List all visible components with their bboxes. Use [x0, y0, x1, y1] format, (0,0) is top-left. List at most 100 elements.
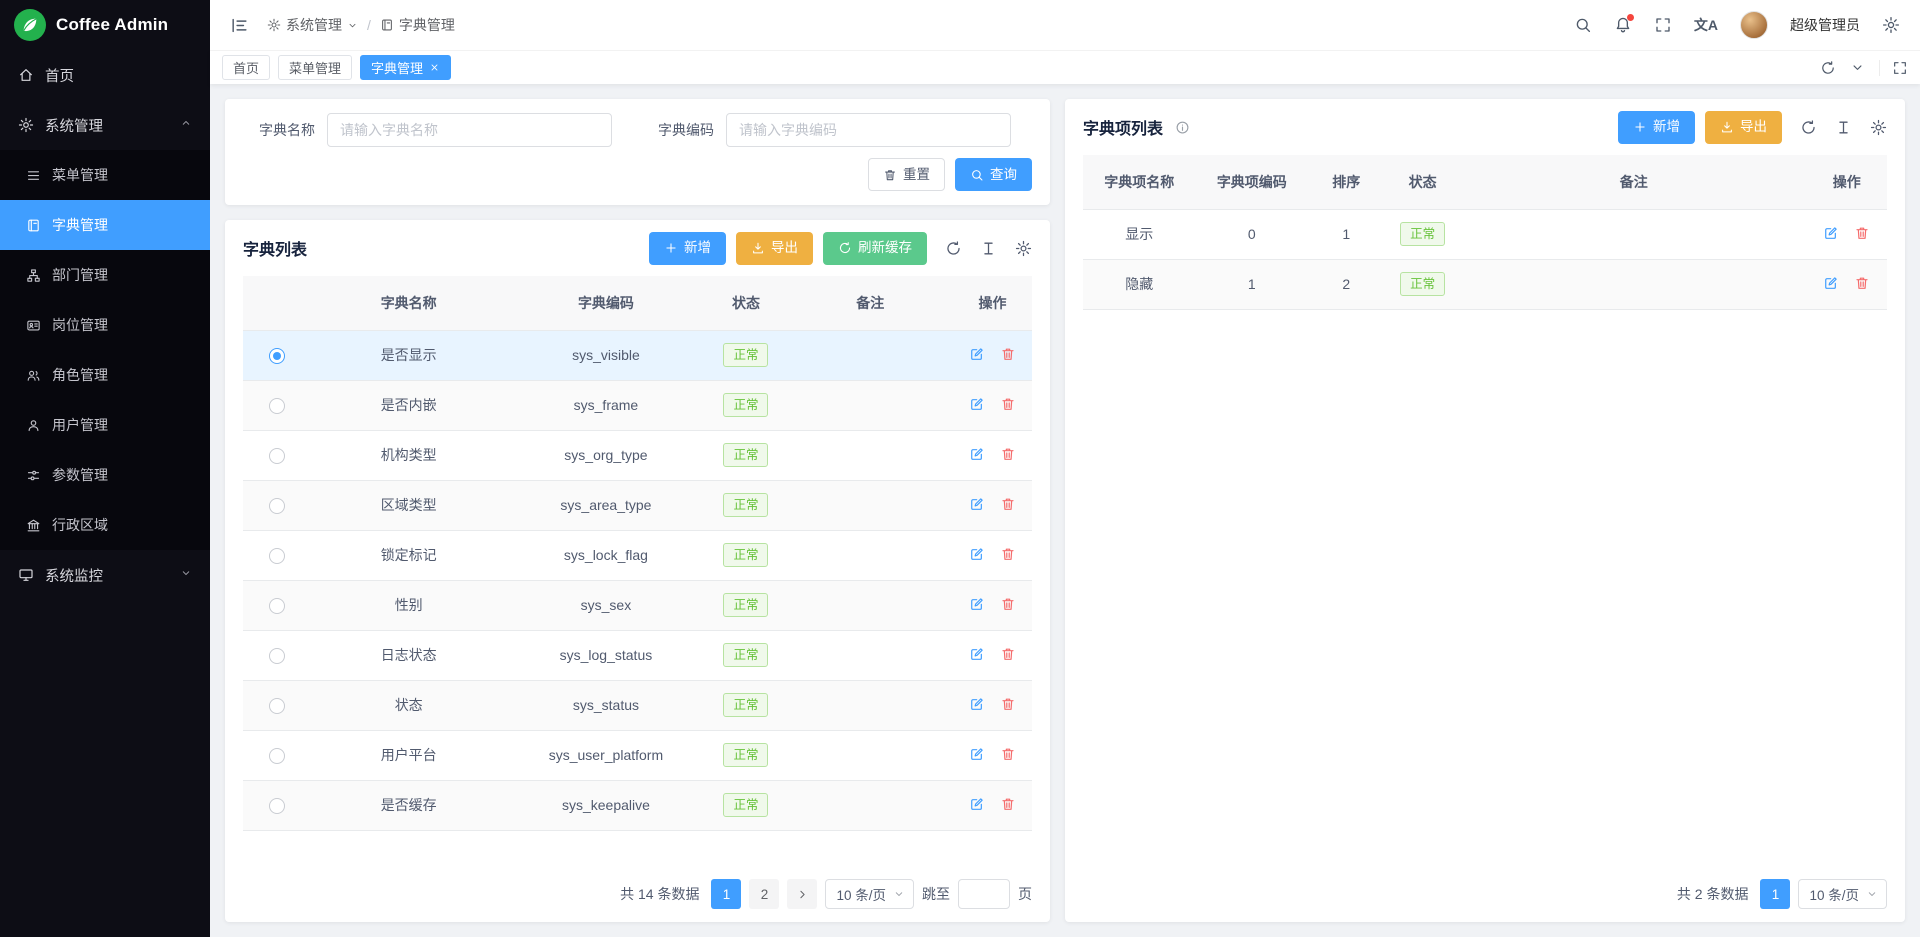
- refresh-cache-button[interactable]: 刷新缓存: [823, 232, 927, 265]
- fullscreen-icon[interactable]: [1654, 16, 1672, 34]
- breadcrumb-item[interactable]: 系统管理: [267, 15, 358, 35]
- search-icon[interactable]: [1574, 16, 1592, 34]
- table-row[interactable]: 是否显示sys_visible正常: [243, 330, 1032, 380]
- edit-icon[interactable]: [969, 546, 985, 562]
- cell-select: [243, 380, 310, 430]
- sidebar-item-param-management[interactable]: 参数管理: [0, 450, 210, 500]
- delete-icon[interactable]: [1000, 796, 1016, 812]
- edit-icon[interactable]: [969, 446, 985, 462]
- edit-icon[interactable]: [969, 796, 985, 812]
- search-button-icon: [970, 168, 984, 182]
- settings-gear-icon[interactable]: [1882, 16, 1900, 34]
- delete-icon[interactable]: [1000, 646, 1016, 662]
- sidebar-item-user-management[interactable]: 用户管理: [0, 400, 210, 450]
- avatar[interactable]: [1740, 11, 1768, 39]
- edit-icon[interactable]: [969, 496, 985, 512]
- dict-name-input[interactable]: [327, 113, 612, 147]
- delete-icon[interactable]: [1000, 346, 1016, 362]
- export-dict-button[interactable]: 导出: [736, 232, 813, 265]
- table-row[interactable]: 是否内嵌sys_frame正常: [243, 380, 1032, 430]
- sidebar-item-dept-management[interactable]: 部门管理: [0, 250, 210, 300]
- tab-菜单管理[interactable]: 菜单管理: [278, 55, 352, 80]
- row-radio[interactable]: [269, 798, 285, 814]
- edit-icon[interactable]: [969, 746, 985, 762]
- reset-button[interactable]: 重置: [868, 158, 945, 191]
- export-item-button[interactable]: 导出: [1705, 111, 1782, 144]
- table-row[interactable]: 日志状态sys_log_status正常: [243, 630, 1032, 680]
- table-row[interactable]: 状态sys_status正常: [243, 680, 1032, 730]
- edit-icon[interactable]: [969, 646, 985, 662]
- table-row[interactable]: 区域类型sys_area_type正常: [243, 480, 1032, 530]
- delete-icon[interactable]: [1000, 596, 1016, 612]
- sidebar-item-home[interactable]: 首页: [0, 50, 210, 100]
- table-row[interactable]: 性别sys_sex正常: [243, 580, 1032, 630]
- page-button-2[interactable]: 2: [749, 879, 779, 909]
- refresh-table-icon[interactable]: [1800, 119, 1817, 136]
- menu-fold-icon[interactable]: [230, 16, 249, 35]
- page-button-1[interactable]: 1: [1760, 879, 1790, 909]
- sidebar-item-role-management[interactable]: 角色管理: [0, 350, 210, 400]
- delete-icon[interactable]: [1000, 696, 1016, 712]
- table-row[interactable]: 用户平台sys_user_platform正常: [243, 730, 1032, 780]
- tabs-dropdown-icon[interactable]: [1850, 60, 1865, 75]
- edit-icon[interactable]: [969, 346, 985, 362]
- delete-icon[interactable]: [1000, 396, 1016, 412]
- table-row[interactable]: 显示01正常: [1083, 209, 1887, 259]
- delete-icon[interactable]: [1854, 275, 1870, 291]
- sidebar-item-system-monitor[interactable]: 系统监控: [0, 550, 210, 600]
- search-button[interactable]: 查询: [955, 158, 1032, 191]
- edit-icon[interactable]: [969, 396, 985, 412]
- row-radio[interactable]: [269, 598, 285, 614]
- tab-首页[interactable]: 首页: [222, 55, 270, 80]
- delete-icon[interactable]: [1854, 225, 1870, 241]
- username[interactable]: 超级管理员: [1790, 15, 1860, 35]
- notification-bell-icon[interactable]: [1614, 16, 1632, 34]
- cell-status: 正常: [705, 530, 788, 580]
- sidebar-item-post-management[interactable]: 岗位管理: [0, 300, 210, 350]
- dict-code-input[interactable]: [726, 113, 1011, 147]
- page-size-select[interactable]: 10 条/页: [825, 879, 914, 909]
- delete-icon[interactable]: [1000, 546, 1016, 562]
- tabs-expand-icon[interactable]: [1879, 60, 1908, 76]
- row-radio[interactable]: [269, 498, 285, 514]
- delete-icon[interactable]: [1000, 746, 1016, 762]
- edit-icon[interactable]: [969, 696, 985, 712]
- refresh-table-icon[interactable]: [945, 240, 962, 257]
- delete-icon[interactable]: [1000, 446, 1016, 462]
- page-button-1[interactable]: 1: [711, 879, 741, 909]
- column-header: 字典编码: [507, 276, 704, 330]
- delete-icon[interactable]: [1000, 496, 1016, 512]
- table-settings-gear-icon[interactable]: [1870, 119, 1887, 136]
- translate-icon[interactable]: 文A: [1694, 15, 1718, 35]
- table-row[interactable]: 锁定标记sys_lock_flag正常: [243, 530, 1032, 580]
- jump-page-input[interactable]: [958, 879, 1010, 909]
- table-row[interactable]: 隐藏12正常: [1083, 259, 1887, 309]
- sidebar-item-system-management[interactable]: 系统管理: [0, 100, 210, 150]
- add-item-button[interactable]: 新增: [1618, 111, 1695, 144]
- sidebar-item-dict-management[interactable]: 字典管理: [0, 200, 210, 250]
- table-row[interactable]: 机构类型sys_org_type正常: [243, 430, 1032, 480]
- sidebar-item-menu-management[interactable]: 菜单管理: [0, 150, 210, 200]
- table-row[interactable]: 是否缓存sys_keepalive正常: [243, 780, 1032, 830]
- breadcrumb-item[interactable]: 字典管理: [380, 15, 455, 35]
- info-icon[interactable]: [1175, 120, 1190, 135]
- tabs-refresh-icon[interactable]: [1820, 60, 1836, 76]
- row-radio[interactable]: [269, 648, 285, 664]
- row-radio[interactable]: [269, 748, 285, 764]
- column-settings-icon[interactable]: [1835, 119, 1852, 136]
- add-dict-button[interactable]: 新增: [649, 232, 726, 265]
- column-settings-icon[interactable]: [980, 240, 997, 257]
- sidebar-item-admin-region[interactable]: 行政区域: [0, 500, 210, 550]
- row-radio[interactable]: [269, 398, 285, 414]
- row-radio[interactable]: [269, 548, 285, 564]
- row-radio[interactable]: [269, 698, 285, 714]
- row-radio[interactable]: [269, 448, 285, 464]
- edit-icon[interactable]: [1823, 225, 1839, 241]
- edit-icon[interactable]: [1823, 275, 1839, 291]
- next-page-button[interactable]: [787, 879, 817, 909]
- row-radio[interactable]: [269, 348, 285, 364]
- page-size-select[interactable]: 10 条/页: [1798, 879, 1887, 909]
- tab-字典管理[interactable]: 字典管理: [360, 55, 451, 80]
- table-settings-gear-icon[interactable]: [1015, 240, 1032, 257]
- edit-icon[interactable]: [969, 596, 985, 612]
